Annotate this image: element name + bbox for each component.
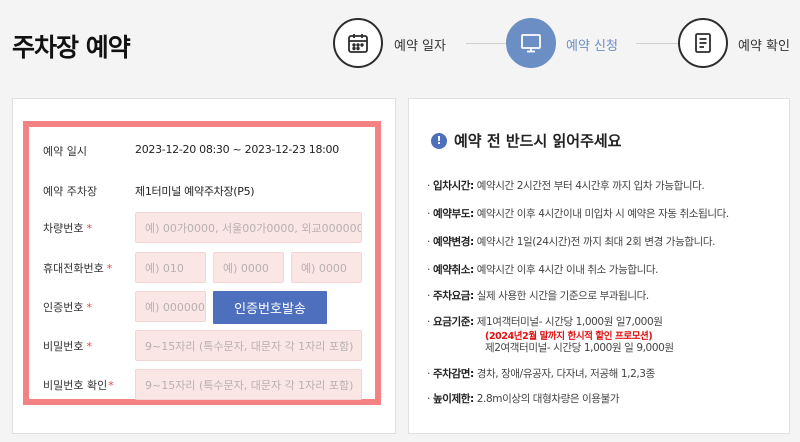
row-reservation-datetime: 예약 일시 2023-12-20 08:30 ~ 2023-12-23 18:0… — [29, 131, 375, 171]
step-label-date: 예약 일자 — [394, 39, 446, 54]
phone-label: 휴대전화번호 — [43, 262, 104, 275]
car-number-input[interactable]: 예) 00가0000, 서울00가0000, 외교000000 — [135, 212, 362, 243]
required-mark: * — [86, 340, 92, 353]
calendar-icon — [333, 18, 383, 68]
required-mark: * — [86, 222, 92, 235]
notice-panel: ! 예약 전 반드시 읽어주세요 · 입차시간: 예약시간 2시간전 부터 4시간… — [408, 98, 790, 434]
parking-lot-value: 제1터미널 예약주차장(P5) — [135, 185, 255, 198]
phone-last-input[interactable]: 예) 0000 — [291, 252, 362, 283]
reservation-form: 예약 일시 2023-12-20 08:30 ~ 2023-12-23 18:0… — [23, 121, 381, 405]
datetime-value: 2023-12-20 08:30 ~ 2023-12-23 18:00 — [135, 143, 339, 156]
row-auth-code: 인증번호 * 예) 000000 인증번호발송 — [29, 287, 375, 327]
step-label-apply: 예약 신청 — [566, 39, 618, 54]
row-phone: 휴대전화번호 * 예) 010 예) 0000 예) 0000 — [29, 248, 375, 288]
password-input[interactable]: 9~15자리 (특수문자, 대문자 각 1자리 포함) — [135, 330, 362, 361]
alert-icon: ! — [431, 132, 447, 149]
notice-item: · 높이제한: 2.8m이상의 대형차량은 이용불가 — [427, 393, 620, 405]
required-mark: * — [106, 262, 113, 275]
step-indicator: 예약 일자 예약 신청 예약 확인 — [330, 18, 800, 70]
page-title: 주차장 예약 — [12, 33, 131, 62]
reservation-form-panel: 예약 일시 2023-12-20 08:30 ~ 2023-12-23 18:0… — [12, 98, 396, 434]
phone-middle-input[interactable]: 예) 0000 — [213, 252, 284, 283]
datetime-label: 예약 일시 — [43, 145, 87, 158]
step-divider — [636, 43, 678, 44]
step-label-confirm: 예약 확인 — [738, 39, 790, 54]
notice-item: · 입차시간: 예약시간 2시간전 부터 4시간후 까지 입차 가능합니다. — [427, 180, 705, 192]
notice-item: · 예약취소: 예약시간 이후 4시간 이내 취소 가능합니다. — [427, 264, 659, 276]
notice-item: · 주차감면: 경차, 장애/유공자, 다자녀, 저공해 1,2,3종 — [427, 368, 655, 380]
required-mark: * — [86, 301, 92, 314]
notice-item: · 요금기준: 제1여객터미널- 시간당 1,000원 일7,000원 — [427, 316, 663, 328]
required-mark: * — [108, 379, 114, 392]
notice-item: · 예약변경: 예약시간 1일(24시간)전 까지 최대 2회 변경 가능합니다. — [427, 236, 716, 248]
auth-code-label: 인증번호 — [43, 301, 84, 314]
row-password: 비밀번호 * 9~15자리 (특수문자, 대문자 각 1자리 포함) — [29, 326, 375, 366]
notice-item: · 주차요금: 실제 사용한 시간을 기준으로 부과됩니다. — [427, 290, 649, 302]
notice-title-text: 예약 전 반드시 읽어주세요 — [454, 132, 622, 150]
notice-title: ! 예약 전 반드시 읽어주세요 — [431, 130, 621, 151]
password-confirm-input[interactable]: 9~15자리 (특수문자, 대문자 각 1자리 포함) — [135, 369, 362, 400]
send-auth-code-button[interactable]: 인증번호발송 — [213, 291, 327, 324]
row-car-number: 차량번호 * 예) 00가0000, 서울00가0000, 외교000000 — [29, 208, 375, 248]
password-confirm-label: 비밀번호 확인 — [43, 379, 108, 392]
car-number-label: 차량번호 — [43, 222, 84, 235]
notice-item: · 예약부도: 예약시간 이후 4시간이내 미입차 시 예약은 자동 취소됩니다. — [427, 208, 729, 220]
password-label: 비밀번호 — [43, 340, 84, 353]
auth-code-input[interactable]: 예) 000000 — [135, 291, 206, 322]
monitor-icon — [506, 18, 556, 68]
phone-prefix-input[interactable]: 예) 010 — [135, 252, 206, 283]
parking-lot-label: 예약 주차장 — [43, 185, 98, 198]
fee-terminal-2: 제2여객터미널- 시간당 1,000원 일 9,000원 — [485, 342, 674, 354]
document-icon — [678, 18, 728, 68]
row-parking-lot: 예약 주차장 제1터미널 예약주차장(P5) — [29, 171, 375, 211]
row-password-confirm: 비밀번호 확인* 9~15자리 (특수문자, 대문자 각 1자리 포함) — [29, 365, 375, 405]
step-divider — [466, 43, 506, 44]
